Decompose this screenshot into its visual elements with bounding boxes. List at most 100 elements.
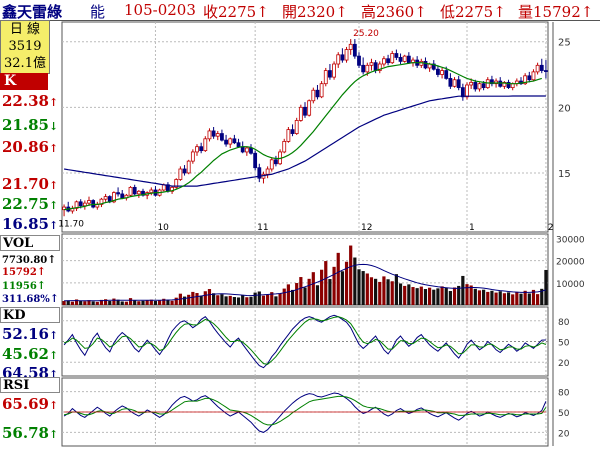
candle-body (544, 70, 548, 72)
volume-bar (241, 295, 245, 305)
volume-bar (187, 294, 191, 305)
candle-body (344, 49, 349, 61)
candle-body (319, 83, 324, 98)
volume-bar (79, 300, 83, 305)
volume-bar (502, 293, 506, 305)
volume-bar (307, 278, 311, 305)
candle-body (232, 138, 237, 144)
volume-bar (411, 287, 415, 305)
volume-bar (191, 291, 195, 305)
candle-body (365, 64, 370, 73)
candle-body (199, 146, 204, 152)
volume-bar (141, 300, 145, 305)
volume-bar (170, 300, 174, 305)
y-tick-label: 25 (558, 38, 571, 49)
volume-bar (274, 296, 278, 305)
volume-bar (278, 293, 282, 305)
volume-bar (328, 279, 332, 305)
candle-body (87, 200, 91, 204)
volume-bar (203, 291, 207, 305)
volume-bar (249, 296, 253, 305)
volume-bar (473, 288, 477, 305)
candle-body (211, 130, 216, 137)
volume-bar (166, 300, 170, 305)
candle-body (477, 83, 482, 90)
volume-bar (506, 292, 511, 305)
candle-body (132, 186, 137, 195)
kd-tick-label: 50 (558, 339, 570, 349)
volume-bar (519, 293, 523, 305)
volume-bar (461, 275, 465, 305)
x-tick-label: 2 (548, 223, 554, 233)
volume-bar (498, 291, 502, 305)
volume-bar (452, 287, 457, 305)
x-tick-label: 11 (257, 223, 268, 233)
candle-body (228, 138, 233, 145)
candle-body (361, 64, 366, 73)
volume-bar (386, 279, 390, 305)
candle-body (535, 64, 540, 73)
volume-bar (428, 287, 432, 305)
volume-bar (137, 301, 141, 305)
volume-bar (174, 297, 178, 305)
candle-body (253, 152, 258, 169)
candle-body (328, 70, 332, 78)
candle-body (531, 71, 536, 81)
kd-line-1 (63, 316, 547, 365)
volume-bar (282, 288, 286, 305)
vol-tick-label: 20000 (556, 258, 585, 268)
candle-body (203, 138, 208, 152)
volume-bar (295, 283, 299, 305)
volume-bar (336, 252, 340, 305)
volume-bar (369, 277, 374, 305)
rsi-line-1 (64, 395, 547, 426)
candle-body (382, 58, 386, 65)
volume-bar (232, 297, 236, 305)
stock-chart[interactable]: 10 11 12 1 215202525.2011.701000020000300002… (0, 0, 600, 450)
candle-body (249, 147, 253, 154)
volume-bar (365, 273, 369, 305)
candle-body (286, 129, 291, 142)
candle-body (386, 58, 390, 64)
volume-bar (436, 288, 440, 305)
volume-bar (448, 291, 452, 305)
candle-body (290, 129, 295, 134)
volume-bar (415, 288, 419, 305)
volume-bar (199, 295, 203, 305)
candle-body (103, 196, 108, 200)
candle-body (444, 70, 449, 79)
volume-bar (108, 301, 112, 305)
volume-bar (332, 266, 336, 305)
volume-bar (490, 290, 494, 305)
volume-bar (357, 269, 361, 305)
kd-tick-label: 20 (558, 359, 570, 369)
candle-body (527, 75, 532, 81)
candle-body (436, 68, 440, 75)
volume-bar (286, 284, 290, 305)
vol-tick-label: 30000 (556, 235, 585, 245)
candle-body (120, 193, 125, 199)
volume-bar (62, 301, 66, 305)
candle-body (369, 62, 374, 66)
candle-body (236, 142, 241, 148)
volume-bar (266, 294, 270, 305)
volume-bar (253, 292, 257, 305)
volume-bar (95, 301, 99, 305)
candle-body (244, 147, 249, 153)
volume-bar (378, 281, 382, 305)
candle-body (220, 133, 224, 141)
candle-body (294, 120, 299, 134)
volume-bar (70, 301, 74, 305)
price-panel-frame (61, 21, 549, 233)
volume-bar (440, 286, 444, 305)
candle-body (240, 146, 245, 153)
candle-body (498, 80, 503, 87)
candle-body (398, 57, 403, 62)
volume-bar (374, 278, 378, 305)
volume-bar (158, 300, 162, 305)
candle-body (469, 81, 474, 86)
candle-body (269, 159, 274, 170)
candle-body (456, 79, 461, 89)
candle-body (332, 63, 336, 78)
kd-line-0 (63, 314, 546, 369)
